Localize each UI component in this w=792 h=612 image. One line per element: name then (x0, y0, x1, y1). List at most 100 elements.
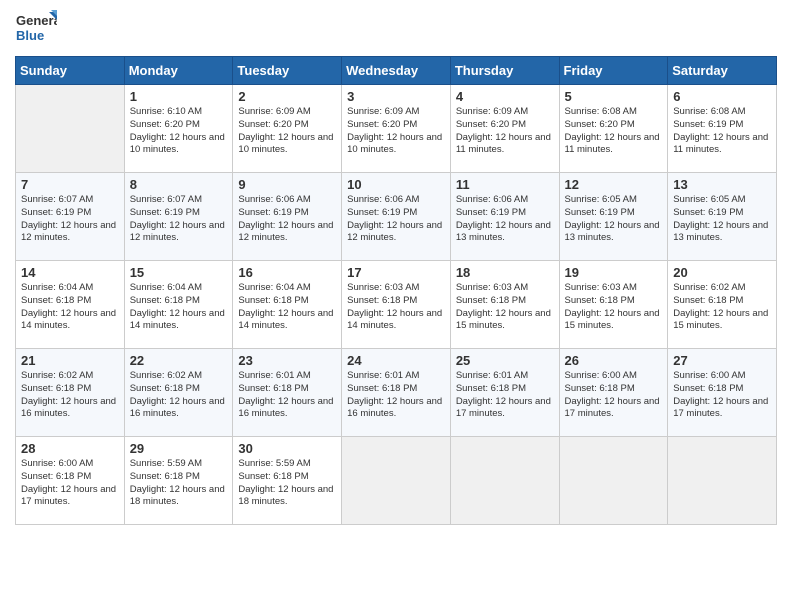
day-number: 29 (130, 441, 228, 456)
sunrise-label: Sunrise: 6:00 AM (21, 458, 93, 469)
daylight-label: Daylight: 12 hours and 18 minutes. (238, 484, 333, 508)
daylight-label: Daylight: 12 hours and 16 minutes. (347, 396, 442, 420)
day-info: Sunrise: 6:02 AM Sunset: 6:18 PM Dayligh… (21, 370, 119, 421)
sunrise-label: Sunrise: 6:01 AM (238, 370, 310, 381)
day-info: Sunrise: 6:04 AM Sunset: 6:18 PM Dayligh… (130, 282, 228, 333)
logo-svg: General Blue (15, 10, 57, 48)
week-row-2: 7 Sunrise: 6:07 AM Sunset: 6:19 PM Dayli… (16, 173, 777, 261)
day-info: Sunrise: 6:07 AM Sunset: 6:19 PM Dayligh… (130, 194, 228, 245)
day-info: Sunrise: 6:04 AM Sunset: 6:18 PM Dayligh… (21, 282, 119, 333)
sunset-label: Sunset: 6:19 PM (565, 207, 635, 218)
calendar-cell: 25 Sunrise: 6:01 AM Sunset: 6:18 PM Dayl… (450, 349, 559, 437)
day-info: Sunrise: 6:06 AM Sunset: 6:19 PM Dayligh… (456, 194, 554, 245)
day-number: 30 (238, 441, 336, 456)
day-number: 8 (130, 177, 228, 192)
day-info: Sunrise: 6:05 AM Sunset: 6:19 PM Dayligh… (565, 194, 663, 245)
calendar-table: SundayMondayTuesdayWednesdayThursdayFrid… (15, 56, 777, 525)
sunrise-label: Sunrise: 6:03 AM (347, 282, 419, 293)
day-number: 28 (21, 441, 119, 456)
weekday-header-wednesday: Wednesday (342, 57, 451, 85)
calendar-cell: 28 Sunrise: 6:00 AM Sunset: 6:18 PM Dayl… (16, 437, 125, 525)
sunrise-label: Sunrise: 6:05 AM (565, 194, 637, 205)
sunset-label: Sunset: 6:19 PM (347, 207, 417, 218)
sunrise-label: Sunrise: 6:07 AM (130, 194, 202, 205)
day-number: 17 (347, 265, 445, 280)
calendar-cell (342, 437, 451, 525)
sunset-label: Sunset: 6:19 PM (456, 207, 526, 218)
sunset-label: Sunset: 6:19 PM (673, 119, 743, 130)
calendar-cell: 3 Sunrise: 6:09 AM Sunset: 6:20 PM Dayli… (342, 85, 451, 173)
sunset-label: Sunset: 6:19 PM (130, 207, 200, 218)
sunrise-label: Sunrise: 6:02 AM (21, 370, 93, 381)
day-number: 20 (673, 265, 771, 280)
day-info: Sunrise: 6:08 AM Sunset: 6:20 PM Dayligh… (565, 106, 663, 157)
sunset-label: Sunset: 6:18 PM (21, 471, 91, 482)
day-info: Sunrise: 6:00 AM Sunset: 6:18 PM Dayligh… (565, 370, 663, 421)
day-number: 24 (347, 353, 445, 368)
sunrise-label: Sunrise: 6:03 AM (565, 282, 637, 293)
calendar-cell: 4 Sunrise: 6:09 AM Sunset: 6:20 PM Dayli… (450, 85, 559, 173)
daylight-label: Daylight: 12 hours and 15 minutes. (456, 308, 551, 332)
calendar-cell: 7 Sunrise: 6:07 AM Sunset: 6:19 PM Dayli… (16, 173, 125, 261)
sunset-label: Sunset: 6:20 PM (347, 119, 417, 130)
sunset-label: Sunset: 6:18 PM (673, 295, 743, 306)
day-number: 16 (238, 265, 336, 280)
daylight-label: Daylight: 12 hours and 14 minutes. (130, 308, 225, 332)
day-info: Sunrise: 6:00 AM Sunset: 6:18 PM Dayligh… (21, 458, 119, 509)
daylight-label: Daylight: 12 hours and 14 minutes. (238, 308, 333, 332)
daylight-label: Daylight: 12 hours and 13 minutes. (673, 220, 768, 244)
sunrise-label: Sunrise: 6:05 AM (673, 194, 745, 205)
daylight-label: Daylight: 12 hours and 14 minutes. (347, 308, 442, 332)
calendar-cell: 27 Sunrise: 6:00 AM Sunset: 6:18 PM Dayl… (668, 349, 777, 437)
sunset-label: Sunset: 6:18 PM (565, 383, 635, 394)
daylight-label: Daylight: 12 hours and 12 minutes. (130, 220, 225, 244)
calendar-cell: 10 Sunrise: 6:06 AM Sunset: 6:19 PM Dayl… (342, 173, 451, 261)
calendar-cell: 2 Sunrise: 6:09 AM Sunset: 6:20 PM Dayli… (233, 85, 342, 173)
page: General Blue SundayMondayTuesdayWednesda… (0, 0, 792, 612)
sunrise-label: Sunrise: 6:06 AM (456, 194, 528, 205)
daylight-label: Daylight: 12 hours and 15 minutes. (565, 308, 660, 332)
calendar-cell: 22 Sunrise: 6:02 AM Sunset: 6:18 PM Dayl… (124, 349, 233, 437)
calendar-cell: 20 Sunrise: 6:02 AM Sunset: 6:18 PM Dayl… (668, 261, 777, 349)
day-number: 10 (347, 177, 445, 192)
daylight-label: Daylight: 12 hours and 16 minutes. (21, 396, 116, 420)
calendar-cell: 29 Sunrise: 5:59 AM Sunset: 6:18 PM Dayl… (124, 437, 233, 525)
svg-text:General: General (16, 13, 57, 28)
day-info: Sunrise: 6:02 AM Sunset: 6:18 PM Dayligh… (673, 282, 771, 333)
daylight-label: Daylight: 12 hours and 12 minutes. (21, 220, 116, 244)
day-info: Sunrise: 6:01 AM Sunset: 6:18 PM Dayligh… (238, 370, 336, 421)
daylight-label: Daylight: 12 hours and 15 minutes. (673, 308, 768, 332)
weekday-header-friday: Friday (559, 57, 668, 85)
daylight-label: Daylight: 12 hours and 17 minutes. (21, 484, 116, 508)
day-info: Sunrise: 6:09 AM Sunset: 6:20 PM Dayligh… (238, 106, 336, 157)
daylight-label: Daylight: 12 hours and 13 minutes. (456, 220, 551, 244)
day-info: Sunrise: 6:03 AM Sunset: 6:18 PM Dayligh… (565, 282, 663, 333)
day-info: Sunrise: 6:07 AM Sunset: 6:19 PM Dayligh… (21, 194, 119, 245)
daylight-label: Daylight: 12 hours and 12 minutes. (347, 220, 442, 244)
day-info: Sunrise: 6:03 AM Sunset: 6:18 PM Dayligh… (347, 282, 445, 333)
day-number: 5 (565, 89, 663, 104)
sunset-label: Sunset: 6:19 PM (21, 207, 91, 218)
calendar-cell: 13 Sunrise: 6:05 AM Sunset: 6:19 PM Dayl… (668, 173, 777, 261)
sunrise-label: Sunrise: 6:01 AM (456, 370, 528, 381)
day-number: 21 (21, 353, 119, 368)
sunrise-label: Sunrise: 6:02 AM (673, 282, 745, 293)
sunset-label: Sunset: 6:20 PM (565, 119, 635, 130)
weekday-header-sunday: Sunday (16, 57, 125, 85)
sunset-label: Sunset: 6:18 PM (456, 295, 526, 306)
sunrise-label: Sunrise: 6:00 AM (565, 370, 637, 381)
calendar-cell: 21 Sunrise: 6:02 AM Sunset: 6:18 PM Dayl… (16, 349, 125, 437)
day-number: 7 (21, 177, 119, 192)
day-number: 19 (565, 265, 663, 280)
daylight-label: Daylight: 12 hours and 11 minutes. (565, 132, 660, 156)
sunset-label: Sunset: 6:20 PM (456, 119, 526, 130)
calendar-cell: 16 Sunrise: 6:04 AM Sunset: 6:18 PM Dayl… (233, 261, 342, 349)
day-number: 22 (130, 353, 228, 368)
calendar-cell: 30 Sunrise: 5:59 AM Sunset: 6:18 PM Dayl… (233, 437, 342, 525)
calendar-cell: 5 Sunrise: 6:08 AM Sunset: 6:20 PM Dayli… (559, 85, 668, 173)
daylight-label: Daylight: 12 hours and 17 minutes. (565, 396, 660, 420)
day-number: 18 (456, 265, 554, 280)
week-row-1: 1 Sunrise: 6:10 AM Sunset: 6:20 PM Dayli… (16, 85, 777, 173)
logo: General Blue (15, 10, 57, 48)
daylight-label: Daylight: 12 hours and 17 minutes. (456, 396, 551, 420)
